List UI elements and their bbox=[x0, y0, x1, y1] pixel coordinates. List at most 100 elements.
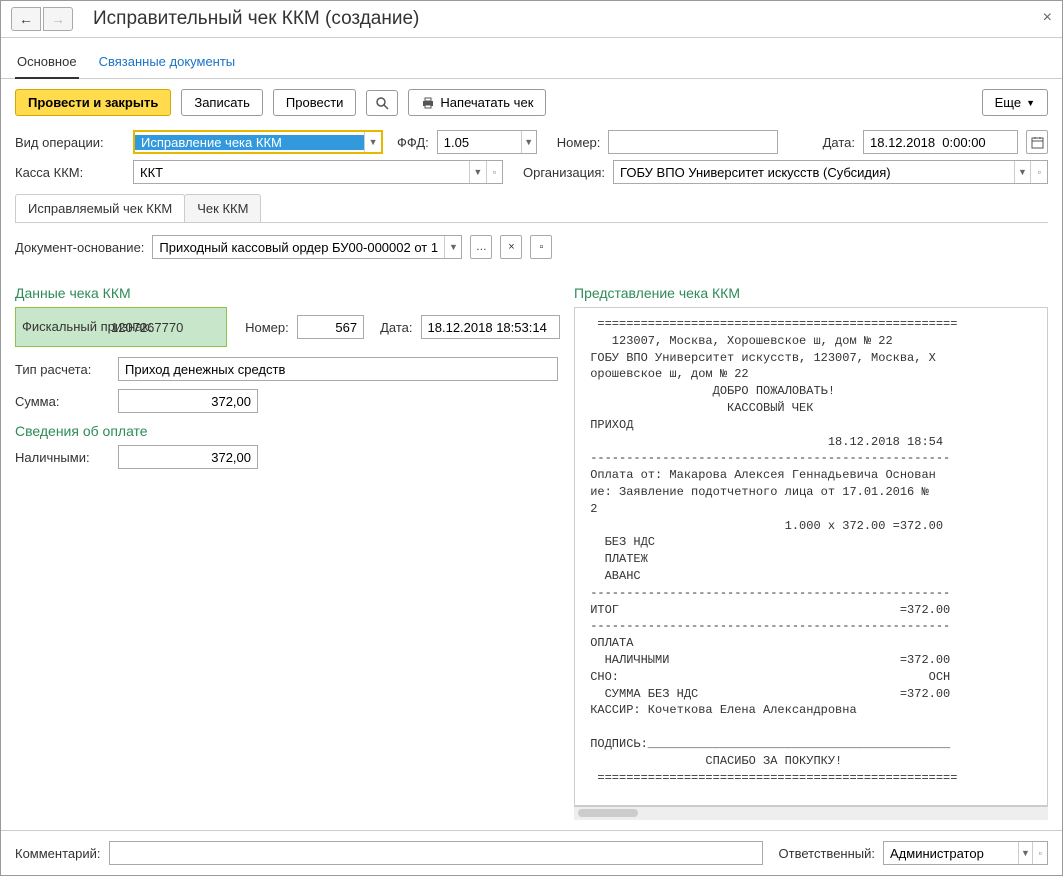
kkm-field[interactable]: ▼ ▫ bbox=[133, 160, 503, 184]
main-window: ← → Исправительный чек ККМ (создание) × … bbox=[0, 0, 1063, 876]
receipt-scrollbar[interactable] bbox=[574, 806, 1048, 820]
chk-num-input[interactable] bbox=[298, 320, 363, 335]
type-field[interactable] bbox=[118, 357, 558, 381]
footer: Комментарий: Ответственный: ▼ ▫ bbox=[1, 830, 1062, 875]
save-button[interactable]: Записать bbox=[181, 89, 263, 116]
row-fiscal: Фискальный признак: 1207267770 Номер: Да… bbox=[15, 307, 560, 347]
date-label: Дата: bbox=[823, 135, 855, 150]
ffd-dropdown-icon[interactable]: ▼ bbox=[521, 131, 536, 153]
row-type: Тип расчета: bbox=[15, 357, 560, 381]
cash-label: Наличными: bbox=[15, 450, 110, 465]
print-button[interactable]: Напечатать чек bbox=[408, 89, 546, 116]
nav-back-button[interactable]: ← bbox=[11, 7, 41, 31]
sub-tabs: Исправляемый чек ККМ Чек ККМ bbox=[15, 194, 1048, 223]
num-input[interactable] bbox=[609, 135, 777, 150]
org-open-icon[interactable]: ▫ bbox=[1030, 161, 1047, 183]
more-button[interactable]: Еще ▼ bbox=[982, 89, 1048, 116]
org-field[interactable]: ▼ ▫ bbox=[613, 160, 1048, 184]
org-input[interactable] bbox=[614, 165, 1014, 180]
tab-related[interactable]: Связанные документы bbox=[97, 48, 238, 78]
receipt-title: Представление чека ККМ bbox=[574, 285, 1048, 301]
num-label: Номер: bbox=[557, 135, 601, 150]
chk-num-label: Номер: bbox=[245, 320, 289, 335]
docbase-input[interactable] bbox=[153, 240, 444, 255]
docbase-clear-button[interactable]: × bbox=[500, 235, 522, 259]
chk-num-field[interactable] bbox=[297, 315, 364, 339]
left-column: Данные чека ККМ Фискальный признак: 1207… bbox=[15, 279, 560, 820]
resp-dropdown-icon[interactable]: ▼ bbox=[1018, 842, 1033, 864]
main-tabs: Основное Связанные документы bbox=[1, 38, 1062, 79]
ffd-label: ФФД: bbox=[397, 135, 429, 150]
chevron-down-icon: ▼ bbox=[1026, 98, 1035, 108]
type-label: Тип расчета: bbox=[15, 362, 110, 377]
docbase-select-button[interactable]: … bbox=[470, 235, 492, 259]
form-area: Вид операции: ▼ ФФД: ▼ Номер: Дата: bbox=[1, 126, 1062, 269]
docbase-dropdown-icon[interactable]: ▼ bbox=[444, 236, 461, 258]
kkm-dropdown-icon[interactable]: ▼ bbox=[469, 161, 485, 183]
nav-forward-button[interactable]: → bbox=[43, 7, 73, 31]
row-sum: Сумма: bbox=[15, 389, 560, 413]
org-dropdown-icon[interactable]: ▼ bbox=[1014, 161, 1031, 183]
close-icon[interactable]: × bbox=[1043, 9, 1052, 27]
chk-date-input[interactable] bbox=[422, 320, 560, 335]
type-input[interactable] bbox=[119, 362, 557, 377]
resp-label: Ответственный: bbox=[779, 846, 875, 861]
resp-field[interactable]: ▼ ▫ bbox=[883, 841, 1048, 865]
fiscal-value: 1207267770 bbox=[111, 320, 183, 335]
resp-open-icon[interactable]: ▫ bbox=[1032, 842, 1047, 864]
right-column: Представление чека ККМ =================… bbox=[574, 279, 1048, 820]
row-operation: Вид операции: ▼ ФФД: ▼ Номер: Дата: bbox=[15, 130, 1048, 154]
op-label: Вид операции: bbox=[15, 135, 125, 150]
date-field[interactable] bbox=[863, 130, 1018, 154]
docbase-field[interactable]: ▼ bbox=[152, 235, 462, 259]
tab-main[interactable]: Основное bbox=[15, 48, 79, 79]
kkm-label: Касса ККМ: bbox=[15, 165, 125, 180]
op-input[interactable] bbox=[135, 135, 364, 150]
chk-date-label: Дата: bbox=[380, 320, 412, 335]
sum-label: Сумма: bbox=[15, 394, 110, 409]
comment-input[interactable] bbox=[110, 846, 762, 861]
titlebar: ← → Исправительный чек ККМ (создание) × bbox=[1, 1, 1062, 38]
comment-label: Комментарий: bbox=[15, 846, 101, 861]
printer-icon bbox=[421, 96, 435, 110]
row-cash: Наличными: bbox=[15, 445, 560, 469]
cash-field[interactable] bbox=[118, 445, 258, 469]
receipt-preview[interactable]: ========================================… bbox=[574, 307, 1048, 806]
comment-field[interactable] bbox=[109, 841, 763, 865]
ffd-field[interactable]: ▼ bbox=[437, 130, 537, 154]
window-title: Исправительный чек ККМ (создание) bbox=[93, 8, 419, 30]
pay-title: Сведения об оплате bbox=[15, 423, 560, 439]
docbase-open-button[interactable]: ▫ bbox=[530, 235, 552, 259]
search-button[interactable] bbox=[366, 90, 398, 116]
sum-input[interactable] bbox=[119, 394, 257, 409]
row-docbase: Документ-основание: ▼ … × ▫ bbox=[15, 235, 1048, 259]
more-label: Еще bbox=[995, 95, 1021, 110]
calendar-icon bbox=[1031, 136, 1044, 149]
docbase-label: Документ-основание: bbox=[15, 240, 144, 255]
calendar-button[interactable] bbox=[1026, 130, 1048, 154]
cash-input[interactable] bbox=[119, 450, 257, 465]
num-field[interactable] bbox=[608, 130, 778, 154]
search-icon bbox=[375, 96, 389, 110]
nav-buttons: ← → bbox=[11, 7, 73, 31]
subtab-check[interactable]: Чек ККМ bbox=[184, 194, 261, 222]
content-split: Данные чека ККМ Фискальный признак: 1207… bbox=[1, 269, 1062, 830]
op-field[interactable]: ▼ bbox=[133, 130, 383, 154]
chk-date-field[interactable] bbox=[421, 315, 561, 339]
kkm-open-icon[interactable]: ▫ bbox=[486, 161, 502, 183]
resp-input[interactable] bbox=[884, 846, 1018, 861]
op-dropdown-icon[interactable]: ▼ bbox=[364, 132, 381, 152]
ffd-input[interactable] bbox=[438, 135, 521, 150]
check-data-title: Данные чека ККМ bbox=[15, 285, 560, 301]
subtab-corrected[interactable]: Исправляемый чек ККМ bbox=[15, 194, 185, 222]
kkm-input[interactable] bbox=[134, 165, 469, 180]
date-input[interactable] bbox=[864, 135, 1017, 150]
post-button[interactable]: Провести bbox=[273, 89, 357, 116]
toolbar: Провести и закрыть Записать Провести Нап… bbox=[1, 79, 1062, 126]
fiscal-box: Фискальный признак: 1207267770 bbox=[15, 307, 227, 347]
post-close-button[interactable]: Провести и закрыть bbox=[15, 89, 171, 116]
print-label: Напечатать чек bbox=[440, 95, 533, 110]
row-kkm: Касса ККМ: ▼ ▫ Организация: ▼ ▫ bbox=[15, 160, 1048, 184]
sum-field[interactable] bbox=[118, 389, 258, 413]
fiscal-label: Фискальный признак: bbox=[22, 319, 107, 335]
